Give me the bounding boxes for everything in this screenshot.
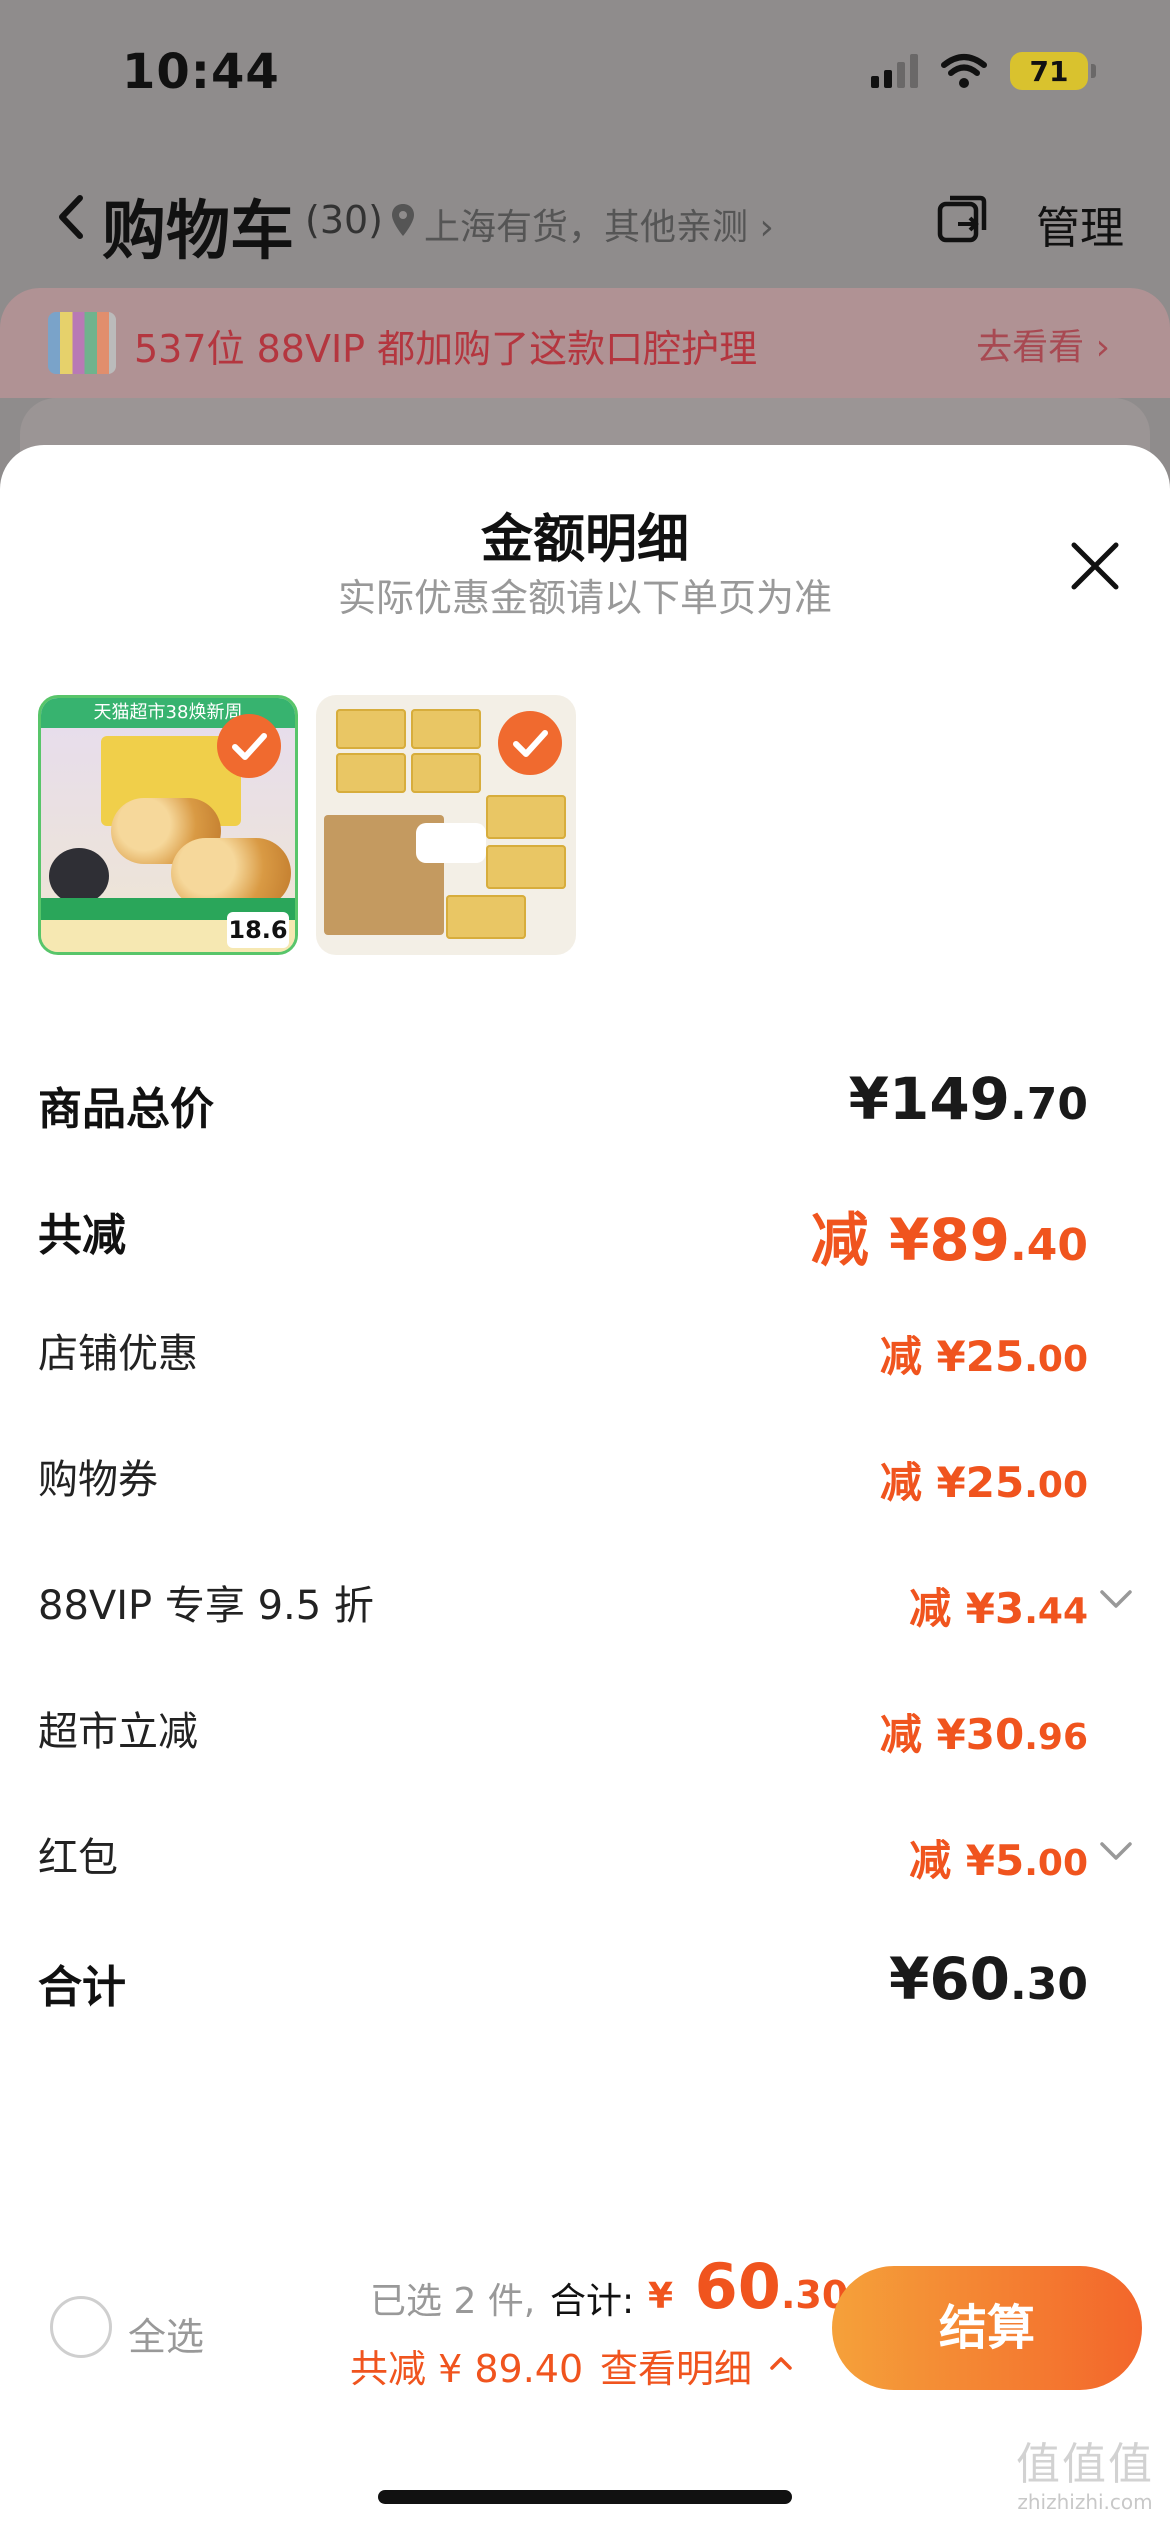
watermark-logo: 值值值 (1016, 2439, 1154, 2490)
sheet-subtitle: 实际优惠金额请以下单页为准 (337, 576, 832, 620)
sheet-title: 金额明细 (480, 510, 689, 570)
delivery-location[interactable]: 上海有货，其他亲测 › (424, 198, 774, 250)
chevron-down-icon[interactable] (1096, 1839, 1136, 1863)
view-detail-link[interactable]: 查看明细 (600, 2338, 752, 2393)
status-time: 10:44 (122, 44, 280, 100)
subtotal-value: ¥149.70 (848, 1065, 1088, 1133)
product-thumbnail-tissue[interactable] (316, 695, 576, 955)
red-packet-label: 红包 (38, 1835, 118, 1881)
vip-discount-label: 88VIP 专享 9.5 折 (38, 1583, 374, 1629)
tissue-pack-image (446, 895, 526, 939)
footer-saving: 共减 ¥ 89.40 (350, 2347, 584, 2391)
store-discount-label: 店铺优惠 (38, 1331, 198, 1377)
tissue-sheet-image (416, 823, 486, 863)
red-packet-value: 减 ¥5.00 (909, 1836, 1088, 1885)
chevron-down-icon[interactable] (1096, 1587, 1136, 1611)
discount-total-label: 共减 (38, 1210, 126, 1261)
close-icon[interactable] (1068, 539, 1122, 593)
vip-discount-value: 减 ¥3.44 (909, 1584, 1088, 1633)
footer-total-value: ¥ 60.30 (648, 2250, 849, 2323)
product-thumbnail-bread[interactable]: 天猫超市38焕新周 18.6 (38, 695, 298, 955)
checkmark-icon[interactable] (498, 711, 562, 775)
home-indicator[interactable] (378, 2490, 792, 2504)
watermark: 值值值 zhizhizhi.com (1010, 2439, 1160, 2515)
footer-total-label: 合计: (550, 2281, 635, 2322)
coupon-value: 减 ¥25.00 (879, 1458, 1088, 1507)
promo-link[interactable]: 去看看 › (976, 318, 1110, 370)
market-discount-value: 减 ¥30.96 (879, 1710, 1088, 1759)
tissue-pack-image (336, 709, 406, 749)
tissue-pack-image (486, 795, 566, 839)
selected-count: 已选 2 件, (370, 2281, 536, 2322)
status-indicators: 71 (871, 52, 1096, 90)
select-all-label[interactable]: 全选 (128, 2306, 204, 2361)
back-arrow-icon[interactable] (56, 192, 86, 242)
discount-total-value: 减 ¥89.40 (810, 1206, 1088, 1274)
promo-thumbnail (48, 312, 116, 374)
share-list-icon[interactable] (936, 194, 988, 246)
product-price-tag: 18.6 (227, 912, 289, 948)
coupon-label: 购物券 (38, 1457, 158, 1503)
manage-button[interactable]: 管理 (1036, 192, 1124, 256)
tissue-pack-image (411, 709, 481, 749)
chevron-up-icon[interactable] (768, 2354, 794, 2372)
watermark-url: zhizhizhi.com (1017, 2490, 1153, 2514)
total-label: 合计 (38, 1962, 126, 2013)
cellular-signal-icon (871, 54, 918, 88)
cart-count: (30) (305, 198, 384, 242)
checkout-button[interactable]: 结算 (832, 2266, 1142, 2390)
promo-text: 537位 88VIP 都加购了这款口腔护理 (134, 327, 758, 371)
page-title: 购物车 (102, 195, 294, 269)
checkout-bar: 全选 已选 2 件, 合计: ¥ 60.30 共减 ¥ 89.40 查看明细 结… (0, 2220, 1170, 2420)
promo-banner[interactable]: 537位 88VIP 都加购了这款口腔护理 去看看 › (0, 288, 1170, 398)
tissue-pack-image (411, 753, 481, 793)
wifi-icon (941, 54, 987, 88)
subtotal-label: 商品总价 (38, 1084, 214, 1135)
status-bar: 10:44 71 (0, 0, 1170, 150)
battery-icon: 71 (1010, 52, 1096, 90)
amount-detail-sheet: 金额明细 实际优惠金额请以下单页为准 天猫超市38焕新周 18.6 商品总价 ¥… (0, 445, 1170, 2532)
tmall-cat-logo (49, 848, 109, 904)
tissue-pack-image (336, 753, 406, 793)
total-value: ¥60.30 (888, 1945, 1088, 2013)
select-all-radio[interactable] (50, 2296, 112, 2358)
cart-nav-bar: 购物车 (30) 上海有货，其他亲测 › 管理 (0, 170, 1170, 270)
checkmark-icon[interactable] (217, 714, 281, 778)
tissue-pack-image (486, 845, 566, 889)
store-discount-value: 减 ¥25.00 (879, 1332, 1088, 1381)
location-pin-icon (392, 204, 414, 236)
market-discount-label: 超市立减 (38, 1709, 198, 1755)
